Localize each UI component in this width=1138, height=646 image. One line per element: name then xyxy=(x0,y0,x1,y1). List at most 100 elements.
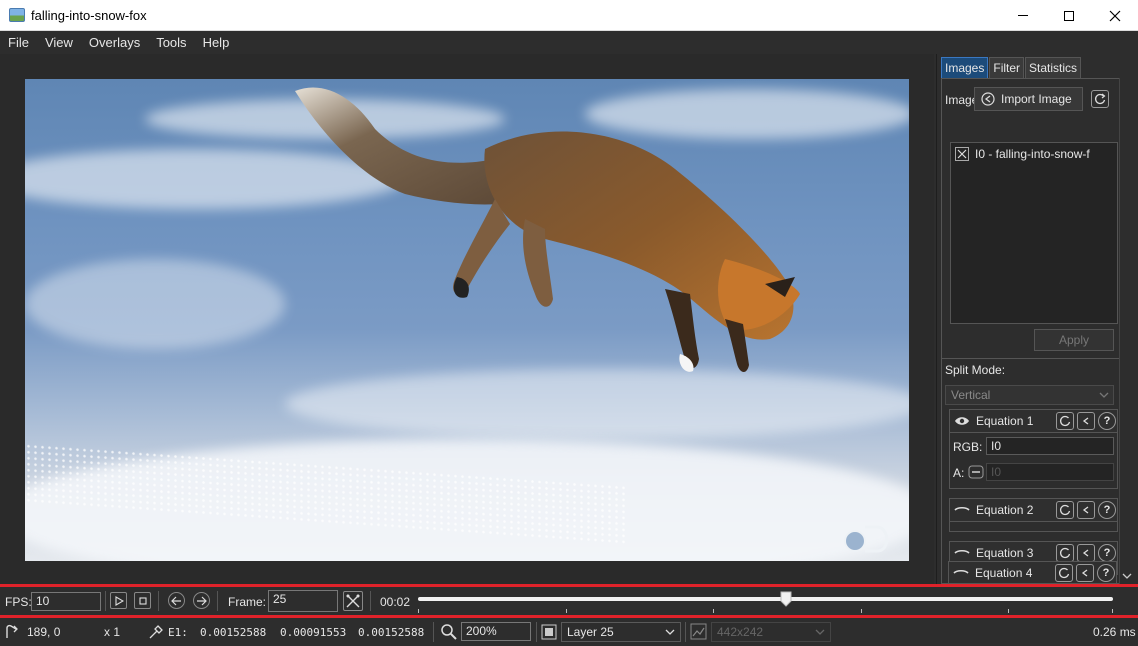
equation-2-reload-button[interactable] xyxy=(1056,501,1074,519)
equation-2-help-button[interactable]: ? xyxy=(1098,501,1116,519)
image-size-icon xyxy=(690,623,707,640)
equation-1-help-button[interactable]: ? xyxy=(1098,412,1116,430)
equation-2-header[interactable]: Equation 2 ? xyxy=(949,498,1118,522)
list-item[interactable]: I0 - falling-into-snow-f xyxy=(955,147,1105,161)
menu-help[interactable]: Help xyxy=(195,31,238,53)
equation-3-import-button[interactable] xyxy=(1077,544,1095,562)
equation-2-body xyxy=(949,522,1118,532)
previous-frame-button[interactable] xyxy=(168,592,185,609)
equation-1-import-button[interactable] xyxy=(1077,412,1095,430)
frame-slider-track[interactable] xyxy=(418,597,1113,601)
play-button[interactable] xyxy=(110,592,127,609)
zoom-icon[interactable] xyxy=(440,623,457,640)
import-image-button[interactable]: Import Image xyxy=(974,87,1083,111)
minimize-icon xyxy=(1018,15,1028,16)
fox-figure xyxy=(295,87,800,373)
menu-overlays[interactable]: Overlays xyxy=(81,31,148,53)
maximize-icon xyxy=(1064,10,1074,21)
image-viewer[interactable] xyxy=(0,54,934,584)
title-bar: falling-into-snow-fox xyxy=(0,0,1138,31)
divider xyxy=(105,591,106,611)
eye-closed-icon[interactable] xyxy=(954,547,970,559)
help-icon: ? xyxy=(1102,567,1110,579)
slider-tick xyxy=(1008,609,1009,613)
reload-icon xyxy=(1060,547,1071,559)
menu-view[interactable]: View xyxy=(37,31,81,53)
image-canvas[interactable] xyxy=(25,79,909,561)
minimize-button[interactable] xyxy=(1000,0,1046,31)
layer-value: Layer 25 xyxy=(567,625,614,639)
rgb-label: RGB: xyxy=(953,440,983,454)
tab-filter[interactable]: Filter xyxy=(989,57,1025,78)
frame-label: Frame: xyxy=(228,595,267,609)
alpha-label: A: xyxy=(953,466,965,480)
image-size-select[interactable]: 442x242 xyxy=(711,622,831,642)
eye-closed-icon[interactable] xyxy=(953,567,969,579)
reset-frame-button[interactable] xyxy=(343,591,363,611)
reload-images-button[interactable] xyxy=(1091,90,1109,108)
divider xyxy=(433,622,434,642)
split-mode-label: Split Mode: xyxy=(945,363,1006,377)
fps-label: FPS: xyxy=(5,595,32,609)
stop-icon xyxy=(138,596,147,605)
slider-tick xyxy=(713,609,714,613)
side-panel-scrollbar[interactable] xyxy=(1119,78,1133,584)
chevron-down-icon[interactable] xyxy=(1122,572,1132,580)
layer-select[interactable]: Layer 25 xyxy=(561,622,681,642)
fps-input[interactable]: 10 xyxy=(31,592,101,611)
playback-toolbar: FPS: 10 Frame: 25 00:02 xyxy=(0,587,1138,615)
divider xyxy=(158,591,159,611)
apply-button[interactable]: Apply xyxy=(1034,329,1114,351)
equation-2-import-button[interactable] xyxy=(1077,501,1095,519)
window-title: falling-into-snow-fox xyxy=(31,8,147,23)
menu-bar: File View Overlays Tools Help xyxy=(0,31,1138,53)
equation-3-name: Equation 3 xyxy=(976,546,1034,560)
reload-icon xyxy=(1060,504,1071,516)
zoom-input[interactable]: 200% xyxy=(461,622,531,641)
image-size-value: 442x242 xyxy=(717,625,764,639)
equation-1-header[interactable]: Equation 1 ? xyxy=(949,409,1118,433)
side-tabs: Images Filter Statistics xyxy=(941,57,1082,78)
tab-images[interactable]: Images xyxy=(941,57,989,78)
image-list[interactable]: I0 - falling-into-snow-f xyxy=(950,142,1131,325)
link-icon[interactable] xyxy=(968,465,984,479)
rgb-formula-input[interactable]: I0 xyxy=(986,437,1114,455)
import-icon xyxy=(1082,417,1089,425)
equation-4-header[interactable]: Equation 4 ? xyxy=(948,561,1117,584)
reload-icon xyxy=(1095,93,1106,105)
step-back-icon xyxy=(171,596,181,605)
layer-icon xyxy=(541,624,557,640)
channel-logo-icon xyxy=(844,525,889,553)
next-frame-button[interactable] xyxy=(193,592,210,609)
frame-slider-thumb[interactable] xyxy=(780,591,792,607)
playback-time: 00:02 xyxy=(380,595,411,609)
play-icon xyxy=(114,595,124,606)
split-mode-select[interactable]: Vertical xyxy=(945,385,1114,405)
equation-1-reload-button[interactable] xyxy=(1056,412,1074,430)
eye-icon[interactable] xyxy=(954,415,970,427)
divider xyxy=(942,358,1133,359)
equation-4-help-button[interactable]: ? xyxy=(1097,564,1115,582)
menu-tools[interactable]: Tools xyxy=(148,31,194,53)
divider xyxy=(370,591,371,611)
remove-image-icon[interactable] xyxy=(955,147,969,161)
close-button[interactable] xyxy=(1092,0,1138,31)
render-time: 0.26 ms xyxy=(1093,625,1136,639)
equation-4-name: Equation 4 xyxy=(975,566,1033,580)
image-list-label: I0 - falling-into-snow-f xyxy=(975,147,1090,161)
help-icon: ? xyxy=(1103,547,1111,559)
tab-statistics[interactable]: Statistics xyxy=(1025,57,1082,78)
equation-4-reload-button[interactable] xyxy=(1055,564,1073,582)
stop-button[interactable] xyxy=(134,592,151,609)
equation-4-import-button[interactable] xyxy=(1076,564,1094,582)
equation-3-reload-button[interactable] xyxy=(1056,544,1074,562)
help-icon: ? xyxy=(1103,504,1111,516)
menu-file[interactable]: File xyxy=(0,31,37,53)
divider xyxy=(536,622,537,642)
eyedropper-icon xyxy=(149,625,163,639)
alpha-formula-input[interactable]: I0 xyxy=(986,463,1114,481)
frame-input[interactable]: 25 xyxy=(268,590,338,612)
maximize-button[interactable] xyxy=(1046,0,1092,31)
equation-3-help-button[interactable]: ? xyxy=(1098,544,1116,562)
eye-closed-icon[interactable] xyxy=(954,504,970,516)
